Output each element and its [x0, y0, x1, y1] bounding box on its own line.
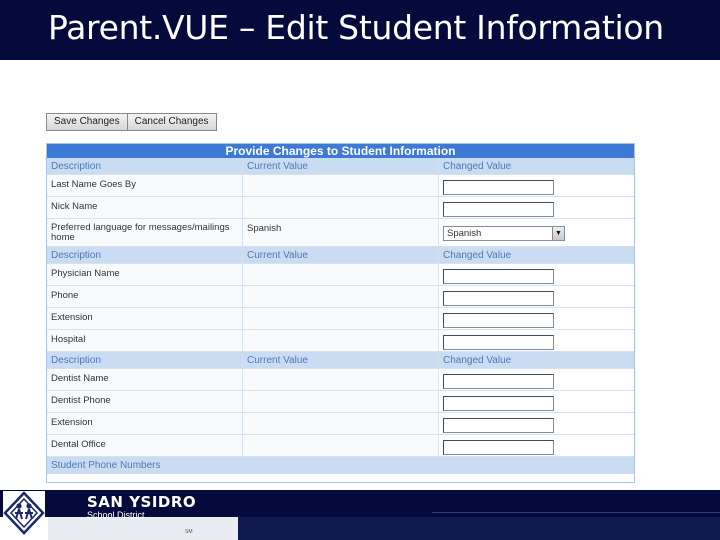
row-label: Dentist Name	[47, 369, 243, 390]
column-header-changed: Changed Value	[443, 355, 512, 366]
panel-title: Provide Changes to Student Information	[47, 144, 634, 158]
dentist-extension-input[interactable]	[443, 418, 554, 433]
column-header-current: Current Value	[243, 247, 439, 263]
column-header-description: Description	[47, 247, 243, 263]
student-phone-numbers-section: Student Phone Numbers	[47, 457, 634, 474]
table-row: Extension	[47, 413, 634, 435]
row-label: Phone	[47, 286, 243, 307]
row-label: Extension	[47, 308, 243, 329]
row-label: Last Name Goes By	[47, 175, 243, 196]
row-current-value	[243, 286, 439, 307]
district-subtitle: School District	[87, 510, 145, 520]
row-current-value	[243, 369, 439, 390]
section-label: Student Phone Numbers	[51, 460, 161, 471]
column-header-changed: Changed Value	[443, 161, 512, 172]
row-current-value	[243, 197, 439, 218]
table-row: Phone	[47, 286, 634, 308]
student-info-panel: Provide Changes to Student Information D…	[46, 143, 635, 483]
dental-office-input[interactable]	[443, 440, 554, 455]
table-row: Preferred language for messages/mailings…	[47, 219, 634, 247]
nick-name-input[interactable]	[443, 202, 554, 217]
column-header-current: Current Value	[243, 158, 439, 174]
district-logo-icon	[3, 491, 45, 535]
table-row: Dentist Name	[47, 369, 634, 391]
row-current-value	[243, 264, 439, 285]
column-header-current: Current Value	[243, 352, 439, 368]
column-header-row: Description Current Value Changed Value	[47, 247, 634, 264]
column-header-row: Description Current Value Changed Value	[47, 158, 634, 175]
table-row: Dentist Phone	[47, 391, 634, 413]
last-name-goes-by-input[interactable]	[443, 180, 554, 195]
table-row: Hospital	[47, 330, 634, 352]
row-current-value	[243, 308, 439, 329]
preferred-language-select[interactable]: Spanish ▼	[443, 226, 565, 241]
hospital-input[interactable]	[443, 335, 554, 350]
column-header-description: Description	[47, 158, 243, 174]
preferred-language-selected: Spanish	[447, 228, 482, 239]
physician-name-input[interactable]	[443, 269, 554, 284]
row-current-value	[243, 391, 439, 412]
row-label: Nick Name	[47, 197, 243, 218]
dentist-name-input[interactable]	[443, 374, 554, 389]
column-header-row: Description Current Value Changed Value	[47, 352, 634, 369]
trademark-mark: SM	[185, 529, 193, 535]
table-row: Dental Office	[47, 435, 634, 457]
slide-title-bar: Parent.VUE – Edit Student Information	[0, 0, 720, 60]
table-row: Extension	[47, 308, 634, 330]
row-label: Dental Office	[47, 435, 243, 456]
toolbar: Save Changes Cancel Changes	[46, 113, 217, 131]
save-changes-button[interactable]: Save Changes	[46, 113, 128, 131]
column-header-changed: Changed Value	[443, 250, 512, 261]
row-label: Extension	[47, 413, 243, 434]
district-footer: SAN YSIDRO School District SM	[0, 490, 720, 540]
row-label: Dentist Phone	[47, 391, 243, 412]
row-label: Physician Name	[47, 264, 243, 285]
row-label: Preferred language for messages/mailings…	[47, 219, 243, 246]
district-name: SAN YSIDRO	[87, 493, 197, 511]
row-current-value: Spanish	[243, 219, 439, 246]
column-header-description: Description	[47, 352, 243, 368]
cancel-changes-button[interactable]: Cancel Changes	[127, 113, 217, 131]
row-current-value	[243, 330, 439, 351]
row-label: Hospital	[47, 330, 243, 351]
table-row: Physician Name	[47, 264, 634, 286]
dentist-phone-input[interactable]	[443, 396, 554, 411]
physician-phone-input[interactable]	[443, 291, 554, 306]
table-row: Nick Name	[47, 197, 634, 219]
row-current-value	[243, 435, 439, 456]
chevron-down-icon[interactable]: ▼	[552, 227, 564, 240]
row-current-value	[243, 413, 439, 434]
table-row: Last Name Goes By	[47, 175, 634, 197]
row-current-value	[243, 175, 439, 196]
slide-title: Parent.VUE – Edit Student Information	[48, 8, 664, 47]
physician-extension-input[interactable]	[443, 313, 554, 328]
